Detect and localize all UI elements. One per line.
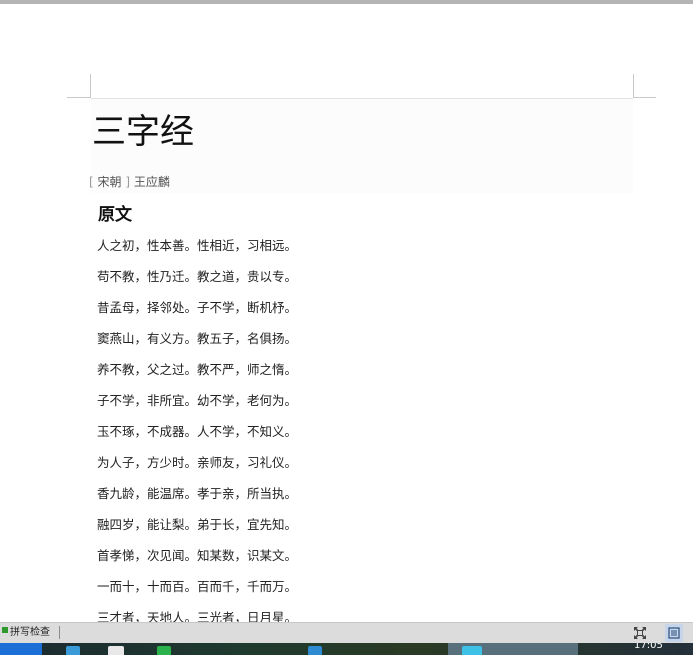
verse-line[interactable]: 为人子，方少时。亲师友，习礼仪。 xyxy=(97,453,297,484)
verse-line[interactable]: 融四岁，能让梨。弟于长，宜先知。 xyxy=(97,515,297,546)
document-title[interactable]: 三字经 xyxy=(92,110,194,154)
status-separator xyxy=(59,626,60,639)
verse-line[interactable]: 三才者，天地人。三光者，日月星。 xyxy=(97,608,297,622)
verse-line[interactable]: 养不教，父之过。教不严，师之惰。 xyxy=(97,360,297,391)
taskbar: 17:05 xyxy=(0,643,693,655)
verse-line[interactable]: 一而十，十而百。百而千，千而万。 xyxy=(97,577,297,608)
section-heading[interactable]: 原文 xyxy=(98,204,132,226)
start-button[interactable] xyxy=(0,643,42,655)
author-name: 王应麟 xyxy=(133,175,170,189)
fullscreen-button[interactable] xyxy=(631,624,649,642)
status-bar: 拼写检查 xyxy=(0,622,693,643)
fullscreen-icon xyxy=(634,627,646,639)
verse-line[interactable]: 窦燕山，有义方。教五子，名俱扬。 xyxy=(97,329,297,360)
taskbar-app-icon[interactable] xyxy=(66,646,80,655)
author-dynasty: 宋朝 xyxy=(97,175,122,189)
spell-check-status[interactable]: 拼写检查 xyxy=(10,626,50,639)
author-close-bracket: ] xyxy=(125,175,131,189)
spell-check-indicator-icon xyxy=(2,627,8,633)
taskbar-app-icon[interactable] xyxy=(108,646,124,655)
verse-line[interactable]: 子不学，非所宜。幼不学，老何为。 xyxy=(97,391,297,422)
verse-line[interactable]: 人之初，性本善。性相近，习相远。 xyxy=(97,236,297,267)
taskbar-clock[interactable]: 17:05 xyxy=(634,643,663,652)
margin-guide-top-left-vertical xyxy=(90,74,91,98)
verse-line[interactable]: 苟不教，性乃迁。教之道，贵以专。 xyxy=(97,267,297,298)
taskbar-app-icon[interactable] xyxy=(157,646,171,655)
author-open-bracket: [ xyxy=(89,175,94,189)
taskbar-app-icon[interactable] xyxy=(308,646,322,655)
page-view-button[interactable] xyxy=(665,624,683,642)
verse-line[interactable]: 昔孟母，择邻处。子不学，断机杼。 xyxy=(97,298,297,329)
verse-line[interactable]: 香九龄，能温席。孝于亲，所当执。 xyxy=(97,484,297,515)
author-line[interactable]: [ 宋朝 ] 王应麟 xyxy=(89,174,170,190)
margin-guide-top-right-vertical xyxy=(633,74,634,98)
verse-line[interactable]: 首孝悌，次见闻。知某数，识某文。 xyxy=(97,546,297,577)
taskbar-app-icon[interactable] xyxy=(462,646,482,655)
verse-list: 人之初，性本善。性相近，习相远。 苟不教，性乃迁。教之道，贵以专。 昔孟母，择邻… xyxy=(97,236,297,622)
verse-line[interactable]: 玉不琢，不成器。人不学，不知义。 xyxy=(97,422,297,453)
page-view-icon xyxy=(668,627,680,639)
document-canvas[interactable]: 三字经 [ 宋朝 ] 王应麟 原文 人之初，性本善。性相近，习相远。 苟不教，性… xyxy=(0,4,693,622)
margin-guide-top-left-horizontal xyxy=(67,97,91,98)
margin-guide-top-right-horizontal xyxy=(634,97,656,98)
